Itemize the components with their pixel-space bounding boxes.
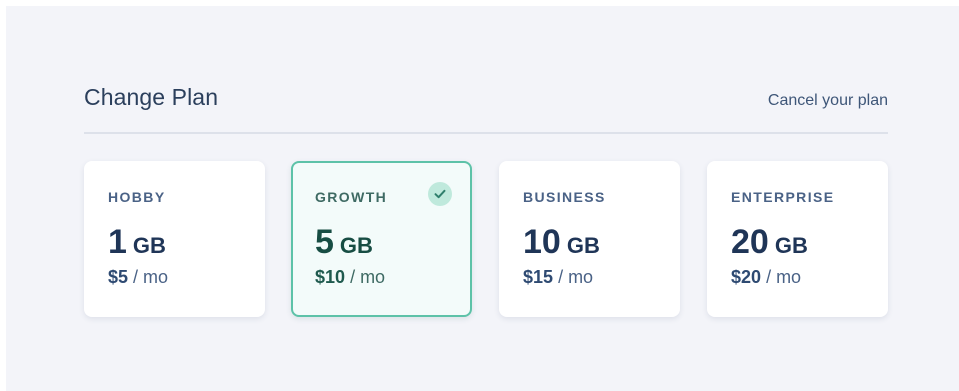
plan-storage: 5 GB xyxy=(315,223,373,262)
storage-amount: 10 xyxy=(523,223,561,261)
plan-name: ENTERPRISE xyxy=(731,189,835,205)
storage-amount: 5 xyxy=(315,223,334,261)
plan-name: BUSINESS xyxy=(523,189,606,205)
plan-price: $10 / mo xyxy=(315,267,385,288)
price-amount: $20 xyxy=(731,267,762,287)
plan-card-enterprise[interactable]: ENTERPRISE 20 GB $20 / mo xyxy=(707,161,888,317)
change-plan-panel: Change Plan Cancel your plan HOBBY 1 GB $… xyxy=(6,6,959,391)
plan-name: HOBBY xyxy=(108,189,166,205)
price-amount: $10 xyxy=(315,267,346,287)
cancel-plan-link[interactable]: Cancel your plan xyxy=(768,92,888,110)
price-period: / mo xyxy=(133,267,169,287)
check-icon xyxy=(428,182,452,206)
storage-unit: GB xyxy=(566,233,600,258)
price-amount: $5 xyxy=(108,267,129,287)
plan-storage: 1 GB xyxy=(108,223,166,262)
storage-unit: GB xyxy=(774,233,808,258)
storage-unit: GB xyxy=(339,233,373,258)
price-period: / mo xyxy=(350,267,386,287)
plan-storage: 10 GB xyxy=(523,223,600,262)
plan-storage: 20 GB xyxy=(731,223,808,262)
plan-card-growth[interactable]: GROWTH 5 GB $10 / mo xyxy=(291,161,472,317)
plan-name: GROWTH xyxy=(315,189,388,205)
plan-price: $5 / mo xyxy=(108,267,168,288)
plan-price: $15 / mo xyxy=(523,267,593,288)
price-amount: $15 xyxy=(523,267,554,287)
plan-price: $20 / mo xyxy=(731,267,801,288)
storage-unit: GB xyxy=(132,233,166,258)
storage-amount: 1 xyxy=(108,223,127,261)
plan-header: Change Plan Cancel your plan xyxy=(84,84,888,134)
page-title: Change Plan xyxy=(84,84,219,110)
plan-card-hobby[interactable]: HOBBY 1 GB $5 / mo xyxy=(84,161,265,317)
price-period: / mo xyxy=(766,267,802,287)
storage-amount: 20 xyxy=(731,223,769,261)
price-period: / mo xyxy=(558,267,594,287)
plan-card-business[interactable]: BUSINESS 10 GB $15 / mo xyxy=(499,161,680,317)
